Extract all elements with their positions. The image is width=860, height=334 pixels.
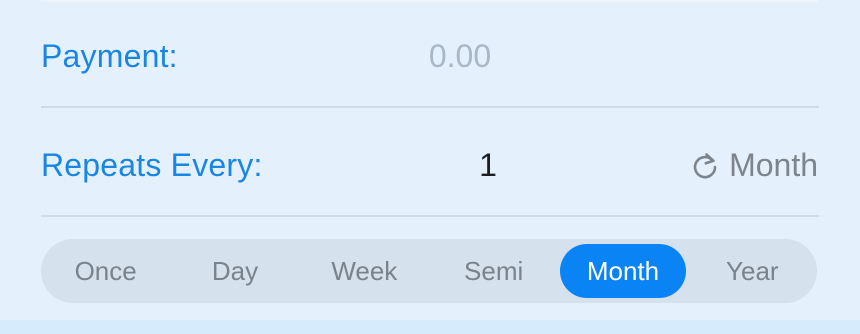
divider <box>41 215 819 217</box>
repeat-icon <box>691 150 719 180</box>
repeat-interval-input[interactable]: 1 <box>360 145 616 185</box>
frequency-segmented-control: Once Day Week Semi Month Year <box>41 239 817 303</box>
frequency-option-year[interactable]: Year <box>690 244 815 298</box>
schedule-card: Payment: 0.00 Repeats Every: 1 Month Onc… <box>0 0 860 320</box>
frequency-option-day[interactable]: Day <box>172 244 297 298</box>
repeat-unit-button[interactable]: Month <box>691 145 818 185</box>
frequency-option-week[interactable]: Week <box>302 244 427 298</box>
card-top-edge <box>40 0 818 2</box>
repeats-every-label: Repeats Every: <box>41 147 263 183</box>
frequency-option-semi[interactable]: Semi <box>431 244 556 298</box>
repeat-unit-label: Month <box>729 147 818 183</box>
payment-amount-input[interactable]: 0.00 <box>300 36 620 76</box>
frequency-option-once[interactable]: Once <box>43 244 168 298</box>
divider <box>41 106 819 108</box>
frequency-option-month[interactable]: Month <box>560 244 686 298</box>
payment-label: Payment: <box>41 38 178 74</box>
